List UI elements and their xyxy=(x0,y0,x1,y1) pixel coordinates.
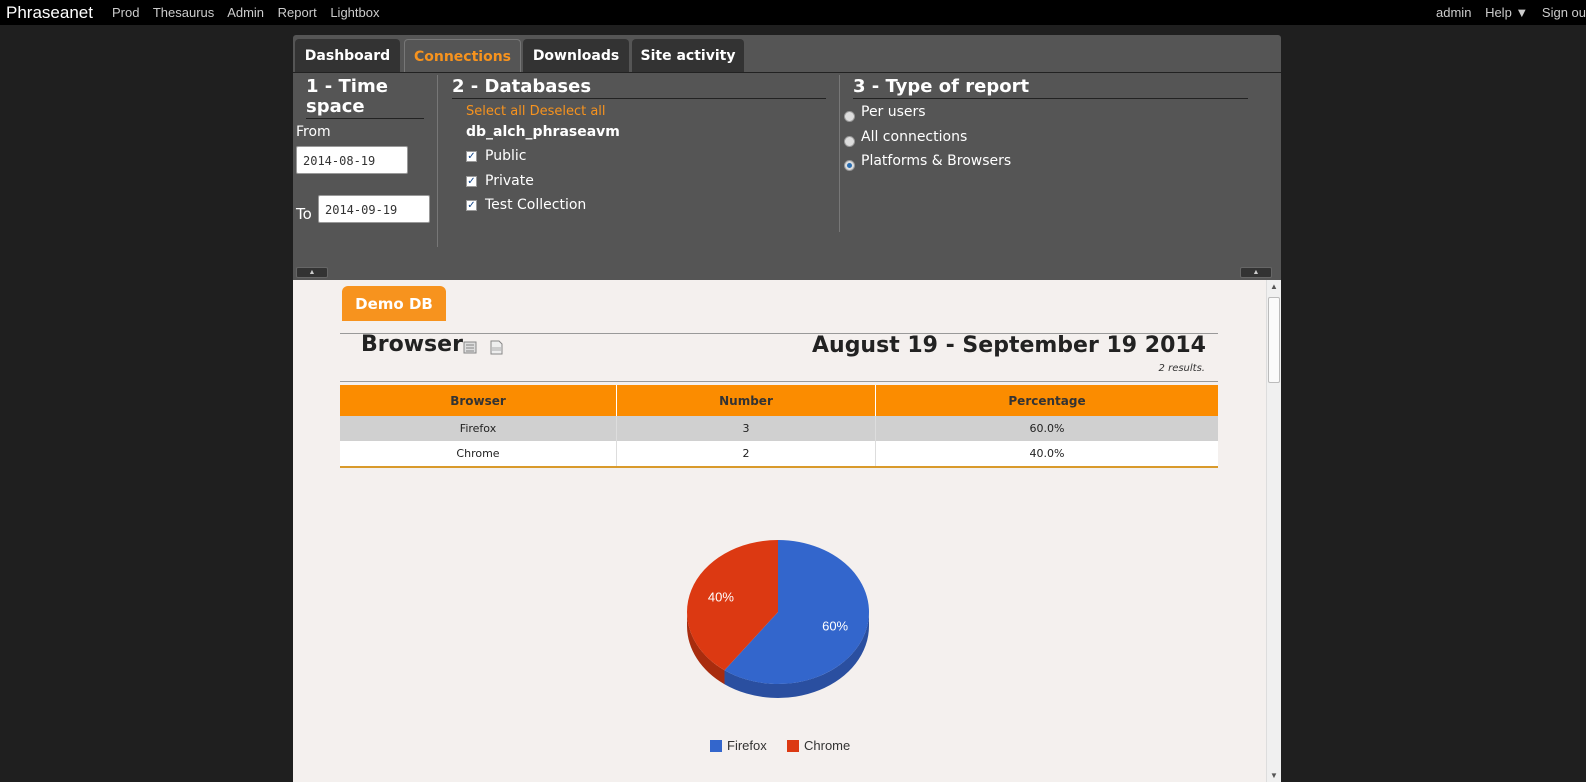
report-content: Demo DB Browser August 19 - September 19… xyxy=(293,280,1281,782)
nav-lightbox[interactable]: Lightbox xyxy=(330,5,379,20)
tab-site-activity[interactable]: Site activity xyxy=(632,39,744,72)
time-space-title: 1 - Time space xyxy=(306,77,388,117)
collection-test-checkbox[interactable]: ✓ xyxy=(466,200,477,211)
legend-swatch-firefox xyxy=(710,739,722,752)
nav-thesaurus[interactable]: Thesaurus xyxy=(153,5,214,20)
database-tab[interactable]: Demo DB xyxy=(342,286,446,321)
radio-all-connections-label: All connections xyxy=(861,129,968,145)
from-date-input[interactable]: 2014-08-19 xyxy=(296,146,408,174)
section-divider xyxy=(437,75,438,247)
sign-out-link[interactable]: Sign ou xyxy=(1542,5,1586,20)
browser-pie-chart: 60% 40% xyxy=(687,540,869,698)
table-row: Chrome 2 40.0% xyxy=(340,441,1218,468)
column-header-browser[interactable]: Browser xyxy=(340,385,617,416)
collapse-left-button[interactable]: ▲ xyxy=(296,267,328,278)
collection-test-label: Test Collection xyxy=(485,197,587,213)
results-count: 2 results. xyxy=(1158,363,1205,374)
report-title: Browser xyxy=(361,332,463,357)
legend-swatch-chrome xyxy=(787,739,799,752)
legend-label-chrome: Chrome xyxy=(804,738,851,753)
nav-prod[interactable]: Prod xyxy=(112,5,139,20)
print-icon[interactable] xyxy=(463,340,477,355)
top-navbar: Phraseanet Prod Thesaurus Admin Report L… xyxy=(0,0,1586,25)
legend-label-firefox: Firefox xyxy=(727,738,767,753)
pie-label-chrome: 40% xyxy=(708,589,734,604)
column-header-percentage[interactable]: Percentage xyxy=(875,385,1218,416)
to-date-input[interactable]: 2014-09-19 xyxy=(318,195,430,223)
collection-public-label: Public xyxy=(485,148,527,164)
browser-table: Browser Number Percentage Firefox 3 60.0… xyxy=(340,385,1218,468)
help-menu[interactable]: Help ▼ xyxy=(1485,5,1528,20)
report-filter-panel: Dashboard Connections Downloads Site act… xyxy=(293,35,1281,280)
legend-item-firefox: Firefox xyxy=(710,738,767,753)
collection-private-label: Private xyxy=(485,173,534,189)
deselect-all-link[interactable]: Deselect all xyxy=(530,104,606,119)
cell-browser: Chrome xyxy=(340,441,617,468)
user-nav: admin Help ▼ Sign ou xyxy=(1426,5,1586,20)
legend-item-chrome: Chrome xyxy=(787,738,850,753)
report-date-range: August 19 - September 19 2014 xyxy=(812,333,1206,358)
report-type-title: 3 - Type of report xyxy=(853,76,1030,97)
time-space-title-line2: space xyxy=(306,96,365,117)
cell-number: 3 xyxy=(616,416,876,441)
report-header-rule xyxy=(340,381,1218,382)
main-nav: Prod Thesaurus Admin Report Lightbox xyxy=(112,5,389,20)
nav-report[interactable]: Report xyxy=(278,5,317,20)
section-rule xyxy=(853,98,1248,99)
section-rule xyxy=(452,98,826,99)
table-row: Firefox 3 60.0% xyxy=(340,416,1218,441)
pie-label-firefox: 60% xyxy=(822,619,848,634)
cell-number: 2 xyxy=(616,441,876,468)
cell-browser: Firefox xyxy=(340,416,617,441)
table-header-row: Browser Number Percentage xyxy=(340,385,1218,416)
databases-title: 2 - Databases xyxy=(452,76,592,97)
cell-percentage: 60.0% xyxy=(875,416,1218,441)
to-label: To xyxy=(296,205,312,223)
radio-platforms-browsers[interactable] xyxy=(844,160,855,171)
database-name: db_alch_phraseavm xyxy=(466,124,620,140)
content-scrollbar[interactable]: ▲ ▼ xyxy=(1266,280,1281,782)
tab-dashboard[interactable]: Dashboard xyxy=(295,39,400,72)
section-divider xyxy=(839,75,840,232)
cell-percentage: 40.0% xyxy=(875,441,1218,468)
radio-platforms-browsers-label: Platforms & Browsers xyxy=(861,153,1012,169)
radio-per-users[interactable] xyxy=(844,111,855,122)
scroll-thumb[interactable] xyxy=(1268,297,1280,383)
collapse-right-button[interactable]: ▲ xyxy=(1240,267,1272,278)
select-all-link[interactable]: Select all xyxy=(466,104,525,119)
tab-divider xyxy=(293,72,1281,73)
time-space-title-line1: 1 - Time xyxy=(306,76,388,97)
radio-all-connections[interactable] xyxy=(844,136,855,147)
tab-connections[interactable]: Connections xyxy=(404,39,521,73)
scroll-down-arrow[interactable]: ▼ xyxy=(1270,771,1278,780)
radio-per-users-label: Per users xyxy=(861,104,926,120)
section-rule xyxy=(306,118,424,119)
collection-public-checkbox[interactable]: ✓ xyxy=(466,151,477,162)
from-label: From xyxy=(296,124,331,140)
brand-logo[interactable]: Phraseanet xyxy=(6,3,93,23)
column-header-number[interactable]: Number xyxy=(616,385,876,416)
tab-downloads[interactable]: Downloads xyxy=(523,39,629,72)
nav-admin[interactable]: Admin xyxy=(227,5,264,20)
select-toggle-links: Select all Deselect all xyxy=(466,104,606,119)
scroll-up-arrow[interactable]: ▲ xyxy=(1270,282,1278,291)
user-menu[interactable]: admin xyxy=(1436,5,1471,20)
collection-private-checkbox[interactable]: ✓ xyxy=(466,176,477,187)
export-csv-icon[interactable] xyxy=(489,340,503,355)
